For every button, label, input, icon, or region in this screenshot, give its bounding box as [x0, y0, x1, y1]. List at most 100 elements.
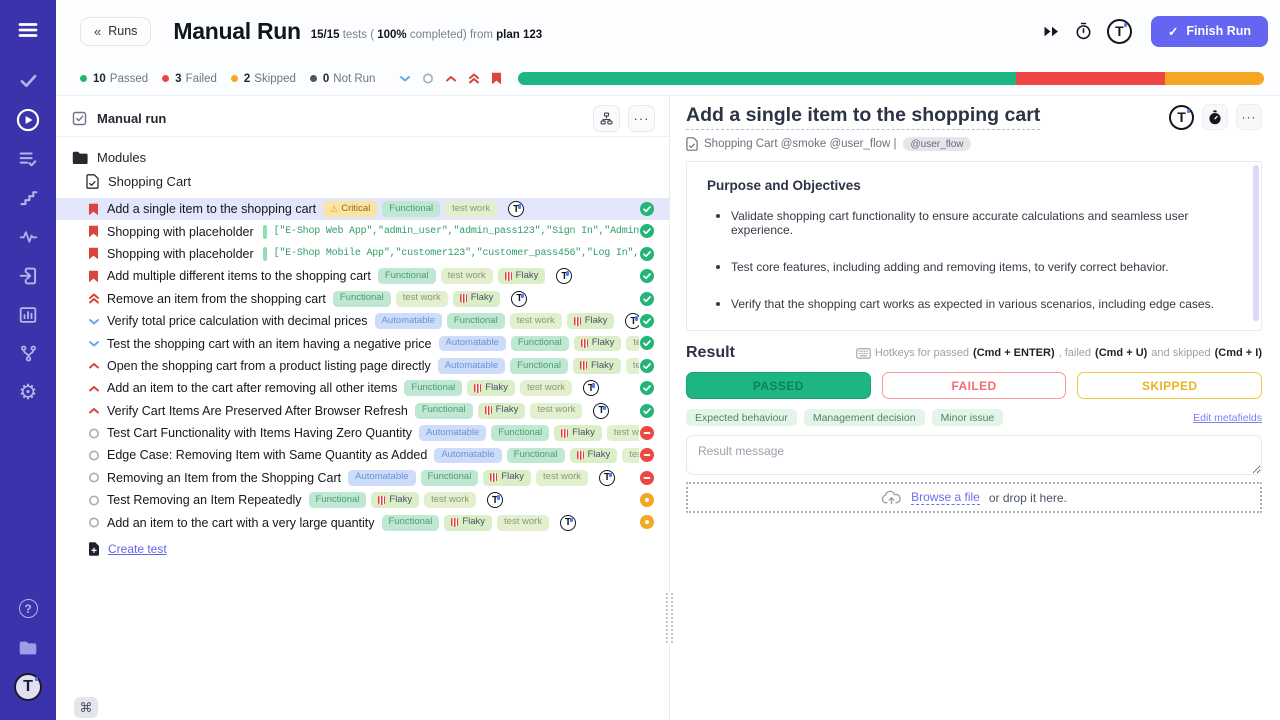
test-title[interactable]: Test Cart Functionality with Items Havin…	[107, 426, 412, 440]
test-row[interactable]: Add a single item to the shopping cart⚠C…	[56, 198, 669, 220]
testomat-logo-icon[interactable]: T	[1169, 105, 1194, 130]
test-title[interactable]: Add an item to the cart with a very larg…	[107, 516, 375, 530]
test-title[interactable]: Verify total price calculation with deci…	[107, 314, 368, 328]
tag-badge[interactable]: @user_flow	[903, 137, 972, 151]
timer-icon[interactable]	[1075, 22, 1092, 40]
test-row[interactable]: Add an item to the cart with a very larg…	[56, 511, 669, 533]
stopwatch-button[interactable]	[1202, 104, 1228, 130]
command-key-badge[interactable]: ⌘	[74, 697, 98, 718]
new-file-icon	[88, 542, 100, 556]
check-icon[interactable]	[8, 61, 48, 100]
test-title[interactable]: Edge Case: Removing Item with Same Quant…	[107, 448, 427, 462]
app-logo[interactable]: T	[8, 667, 48, 706]
priority-normal-icon	[88, 471, 100, 484]
test-title[interactable]: Add a single item to the shopping cart	[107, 202, 316, 216]
test-row[interactable]: Test Removing an Item RepeatedlyFunction…	[56, 489, 669, 511]
status-failed-icon	[640, 448, 654, 462]
test-title[interactable]: Remove an item from the shopping cart	[107, 292, 326, 306]
finish-run-button[interactable]: ✓ Finish Run	[1151, 16, 1268, 47]
tree-view-button[interactable]	[593, 105, 620, 132]
testomat-logo-icon: T	[487, 492, 503, 508]
testomat-logo-icon[interactable]: T	[1107, 19, 1132, 44]
test-row[interactable]: Add multiple different items to the shop…	[56, 265, 669, 287]
test-detail-panel: Add a single item to the shopping cart T…	[670, 96, 1280, 720]
branch-icon[interactable]	[8, 334, 48, 373]
edit-metafields-link[interactable]: Edit metafields	[1193, 412, 1262, 424]
steps-icon[interactable]	[8, 178, 48, 217]
test-title[interactable]: Add an item to the cart after removing a…	[107, 381, 397, 395]
test-row[interactable]: Verify total price calculation with deci…	[56, 310, 669, 332]
priority-low-filter-icon[interactable]	[399, 72, 411, 85]
metafield-pill[interactable]: Management decision	[804, 409, 925, 426]
test-row[interactable]: Test the shopping cart with an item havi…	[56, 332, 669, 354]
priority-critical-filter-icon[interactable]	[468, 72, 480, 85]
test-title[interactable]: Test Removing an Item Repeatedly	[107, 493, 302, 507]
skipped-button[interactable]: SKIPPED	[1077, 372, 1262, 399]
popcorn-icon	[378, 496, 385, 505]
test-title[interactable]: Shopping with placeholder	[107, 247, 254, 261]
status-passed-icon	[640, 269, 654, 283]
testomat-logo-icon: T	[599, 470, 615, 486]
test-row[interactable]: Shopping with placeholder["E-Shop Web Ap…	[56, 220, 669, 242]
bar-chart-icon[interactable]	[8, 295, 48, 334]
result-message-input[interactable]	[686, 435, 1262, 475]
test-title[interactable]: Removing an Item from the Shopping Cart	[107, 471, 341, 485]
badge-flaky: Flaky	[573, 358, 621, 374]
list-check-icon[interactable]	[8, 139, 48, 178]
test-title[interactable]: Add multiple different items to the shop…	[107, 269, 371, 283]
priority-normal-icon	[88, 494, 100, 507]
priority-high-icon	[88, 404, 100, 417]
priority-blocker-filter-icon[interactable]	[491, 72, 502, 85]
browse-file-link[interactable]: Browse a file	[911, 490, 980, 505]
row-content: Test the shopping cart with an item havi…	[107, 336, 639, 352]
row-content: Add an item to the cart after removing a…	[107, 380, 639, 396]
test-row[interactable]: Shopping with placeholder["E-Shop Mobile…	[56, 243, 669, 265]
testomat-logo-icon: T	[508, 201, 524, 217]
file-dropzone[interactable]: Browse a file or drop it here.	[686, 482, 1262, 513]
test-row[interactable]: Edge Case: Removing Item with Same Quant…	[56, 444, 669, 466]
priority-high-filter-icon[interactable]	[445, 72, 457, 85]
popcorn-icon	[485, 406, 492, 415]
test-list: Add a single item to the shopping cart⚠C…	[56, 198, 669, 534]
folder-icon[interactable]	[8, 628, 48, 667]
metafield-pill[interactable]: Expected behaviour	[686, 409, 797, 426]
test-detail-title[interactable]: Add a single item to the shopping cart	[686, 104, 1040, 130]
badge-work: test work	[520, 380, 572, 396]
test-row[interactable]: Test Cart Functionality with Items Havin…	[56, 422, 669, 444]
detail-more-button[interactable]: ···	[1236, 104, 1262, 130]
fast-forward-icon[interactable]	[1043, 25, 1060, 38]
create-test-link[interactable]: Create test	[108, 542, 167, 556]
import-icon[interactable]	[8, 256, 48, 295]
test-title[interactable]: Verify Cart Items Are Preserved After Br…	[107, 404, 408, 418]
clipboard-check-icon	[72, 110, 88, 126]
scrollbar-thumb[interactable]	[1253, 165, 1259, 321]
metafield-pill[interactable]: Minor issue	[932, 409, 1004, 426]
test-title[interactable]: Test the shopping cart with an item havi…	[107, 337, 432, 351]
popcorn-icon	[574, 317, 581, 326]
menu-icon[interactable]	[8, 10, 48, 49]
test-row[interactable]: Open the shopping cart from a product li…	[56, 355, 669, 377]
list-more-button[interactable]: ···	[628, 105, 655, 132]
test-row[interactable]: Removing an Item from the Shopping CartA…	[56, 467, 669, 489]
count-passed: 10Passed	[80, 73, 148, 85]
tree-item-modules[interactable]: Modules	[72, 147, 669, 168]
pulse-icon[interactable]	[8, 217, 48, 256]
help-icon[interactable]: ?	[8, 589, 48, 628]
tree-item-shopping-cart[interactable]: Shopping Cart	[72, 171, 669, 192]
testomat-logo-icon: T	[583, 380, 599, 396]
failed-button[interactable]: FAILED	[882, 372, 1067, 399]
gear-icon[interactable]: ⚙	[8, 373, 48, 412]
row-content: Add multiple different items to the shop…	[107, 268, 639, 284]
play-circle-icon[interactable]	[8, 100, 48, 139]
test-row[interactable]: Add an item to the cart after removing a…	[56, 377, 669, 399]
test-title[interactable]: Shopping with placeholder	[107, 225, 254, 239]
priority-normal-icon	[88, 516, 100, 529]
runs-back-button[interactable]: « Runs	[80, 17, 151, 46]
test-row[interactable]: Verify Cart Items Are Preserved After Br…	[56, 400, 669, 422]
priority-normal-icon	[88, 449, 100, 462]
priority-normal-filter-icon[interactable]	[422, 72, 434, 85]
passed-button[interactable]: PASSED	[686, 372, 871, 399]
test-row[interactable]: Remove an item from the shopping cartFun…	[56, 288, 669, 310]
badge-automatable: Automatable	[434, 448, 501, 464]
test-title[interactable]: Open the shopping cart from a product li…	[107, 359, 431, 373]
